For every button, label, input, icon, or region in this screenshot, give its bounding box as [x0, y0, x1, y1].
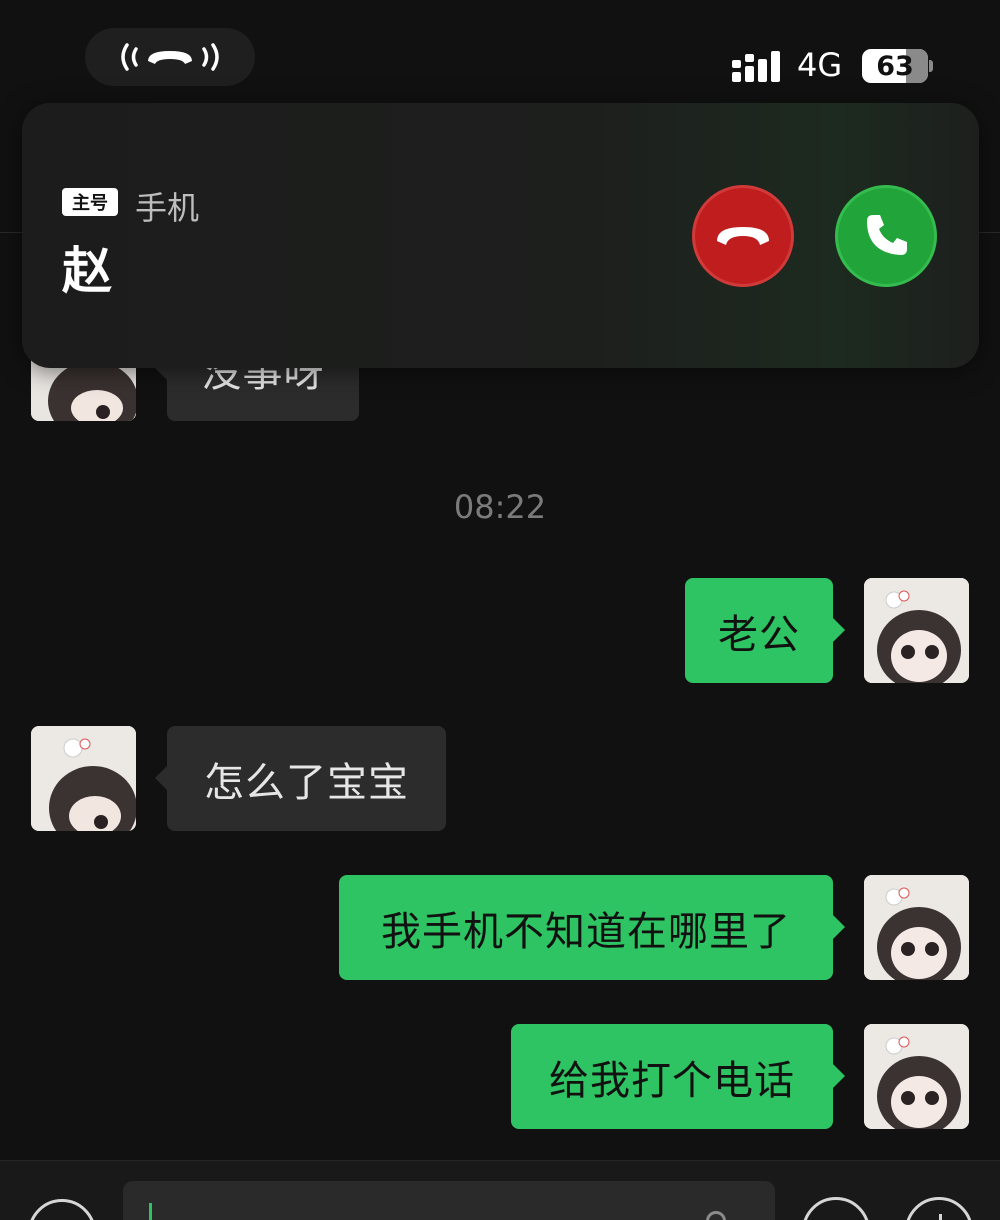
message-bubble-outgoing[interactable]: 老公	[685, 578, 845, 683]
chat-input-bar	[0, 1160, 1000, 1220]
message-text: 老公	[718, 611, 800, 658]
message-bubble-outgoing[interactable]: 我手机不知道在哪里了	[339, 875, 845, 980]
emoji-icon[interactable]	[802, 1197, 870, 1220]
message-bubble-outgoing[interactable]: 给我打个电话	[511, 1024, 845, 1129]
self-avatar[interactable]	[864, 875, 969, 980]
caller-name: 赵	[62, 242, 112, 300]
signal-bars-icon	[732, 51, 780, 82]
message-text: 我手机不知道在哪里了	[381, 908, 791, 955]
voice-icon[interactable]	[28, 1199, 96, 1220]
self-avatar[interactable]	[864, 578, 969, 683]
decline-call-button[interactable]	[692, 185, 794, 287]
message-input[interactable]	[123, 1181, 775, 1220]
phone-icon	[867, 215, 907, 255]
input-accessory-icon	[706, 1211, 726, 1220]
status-bar: 4G 63	[0, 0, 1000, 110]
incoming-call-banner[interactable]: 主号 手机 赵	[22, 103, 979, 368]
message-text: 怎么了宝宝	[204, 759, 409, 806]
sim-tag: 主号	[62, 188, 118, 216]
message-timestamp: 08:22	[453, 488, 547, 526]
self-avatar[interactable]	[864, 1024, 969, 1129]
battery-tip	[929, 60, 933, 72]
text-caret	[149, 1203, 152, 1220]
caller-device-label: 手机	[135, 189, 200, 227]
ongoing-call-pill[interactable]	[85, 28, 255, 86]
ongoing-call-icon	[121, 43, 219, 71]
hang-up-icon	[717, 227, 769, 245]
network-type: 4G	[797, 46, 843, 84]
accept-call-button[interactable]	[835, 185, 937, 287]
contact-avatar[interactable]	[31, 726, 136, 831]
plus-icon[interactable]	[905, 1197, 973, 1220]
message-text: 给我打个电话	[549, 1057, 795, 1104]
message-bubble-incoming[interactable]: 怎么了宝宝	[155, 726, 446, 831]
battery-indicator: 63	[862, 49, 928, 83]
battery-level: 63	[876, 50, 914, 82]
